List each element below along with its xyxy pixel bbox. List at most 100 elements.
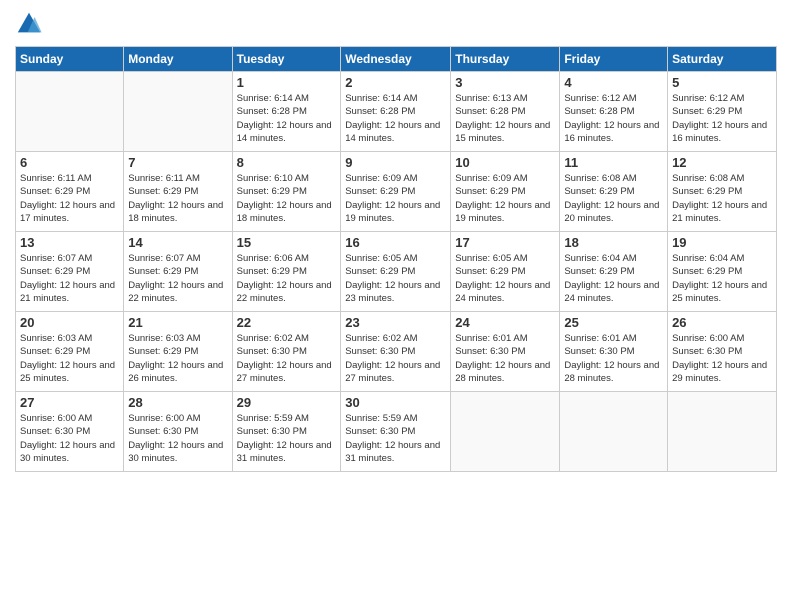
calendar-cell: 20 Sunrise: 6:03 AM Sunset: 6:29 PM Dayli… — [16, 312, 124, 392]
calendar-day-header: Friday — [560, 47, 668, 72]
day-info: Sunrise: 6:01 AM Sunset: 6:30 PM Dayligh… — [455, 332, 555, 385]
day-number: 10 — [455, 155, 555, 170]
day-number: 20 — [20, 315, 119, 330]
day-info: Sunrise: 6:10 AM Sunset: 6:29 PM Dayligh… — [237, 172, 337, 225]
calendar-cell: 16 Sunrise: 6:05 AM Sunset: 6:29 PM Dayli… — [341, 232, 451, 312]
day-info: Sunrise: 6:07 AM Sunset: 6:29 PM Dayligh… — [20, 252, 119, 305]
calendar-week-row: 20 Sunrise: 6:03 AM Sunset: 6:29 PM Dayli… — [16, 312, 777, 392]
day-info: Sunrise: 6:03 AM Sunset: 6:29 PM Dayligh… — [20, 332, 119, 385]
day-info: Sunrise: 6:00 AM Sunset: 6:30 PM Dayligh… — [128, 412, 227, 465]
day-info: Sunrise: 6:11 AM Sunset: 6:29 PM Dayligh… — [128, 172, 227, 225]
day-number: 22 — [237, 315, 337, 330]
day-number: 5 — [672, 75, 772, 90]
calendar-day-header: Saturday — [668, 47, 777, 72]
calendar-cell: 15 Sunrise: 6:06 AM Sunset: 6:29 PM Dayli… — [232, 232, 341, 312]
calendar-cell: 8 Sunrise: 6:10 AM Sunset: 6:29 PM Daylig… — [232, 152, 341, 232]
day-number: 3 — [455, 75, 555, 90]
day-number: 26 — [672, 315, 772, 330]
day-info: Sunrise: 6:13 AM Sunset: 6:28 PM Dayligh… — [455, 92, 555, 145]
calendar-day-header: Monday — [124, 47, 232, 72]
day-number: 16 — [345, 235, 446, 250]
calendar-cell: 23 Sunrise: 6:02 AM Sunset: 6:30 PM Dayli… — [341, 312, 451, 392]
day-info: Sunrise: 6:14 AM Sunset: 6:28 PM Dayligh… — [345, 92, 446, 145]
day-number: 15 — [237, 235, 337, 250]
calendar-cell: 28 Sunrise: 6:00 AM Sunset: 6:30 PM Dayli… — [124, 392, 232, 472]
calendar-day-header: Tuesday — [232, 47, 341, 72]
day-number: 8 — [237, 155, 337, 170]
day-info: Sunrise: 6:12 AM Sunset: 6:29 PM Dayligh… — [672, 92, 772, 145]
day-info: Sunrise: 6:08 AM Sunset: 6:29 PM Dayligh… — [672, 172, 772, 225]
calendar-day-header: Sunday — [16, 47, 124, 72]
day-info: Sunrise: 6:03 AM Sunset: 6:29 PM Dayligh… — [128, 332, 227, 385]
calendar: SundayMondayTuesdayWednesdayThursdayFrid… — [15, 46, 777, 472]
calendar-cell: 25 Sunrise: 6:01 AM Sunset: 6:30 PM Dayli… — [560, 312, 668, 392]
header — [15, 10, 777, 38]
day-info: Sunrise: 5:59 AM Sunset: 6:30 PM Dayligh… — [237, 412, 337, 465]
calendar-cell: 13 Sunrise: 6:07 AM Sunset: 6:29 PM Dayli… — [16, 232, 124, 312]
day-number: 4 — [564, 75, 663, 90]
calendar-week-row: 13 Sunrise: 6:07 AM Sunset: 6:29 PM Dayli… — [16, 232, 777, 312]
day-info: Sunrise: 6:04 AM Sunset: 6:29 PM Dayligh… — [672, 252, 772, 305]
day-number: 30 — [345, 395, 446, 410]
calendar-header-row: SundayMondayTuesdayWednesdayThursdayFrid… — [16, 47, 777, 72]
day-number: 1 — [237, 75, 337, 90]
day-number: 21 — [128, 315, 227, 330]
day-info: Sunrise: 6:07 AM Sunset: 6:29 PM Dayligh… — [128, 252, 227, 305]
day-number: 27 — [20, 395, 119, 410]
day-info: Sunrise: 6:06 AM Sunset: 6:29 PM Dayligh… — [237, 252, 337, 305]
calendar-week-row: 6 Sunrise: 6:11 AM Sunset: 6:29 PM Daylig… — [16, 152, 777, 232]
day-info: Sunrise: 6:05 AM Sunset: 6:29 PM Dayligh… — [345, 252, 446, 305]
day-info: Sunrise: 6:08 AM Sunset: 6:29 PM Dayligh… — [564, 172, 663, 225]
calendar-cell: 11 Sunrise: 6:08 AM Sunset: 6:29 PM Dayli… — [560, 152, 668, 232]
calendar-cell: 17 Sunrise: 6:05 AM Sunset: 6:29 PM Dayli… — [451, 232, 560, 312]
calendar-cell: 5 Sunrise: 6:12 AM Sunset: 6:29 PM Daylig… — [668, 72, 777, 152]
day-info: Sunrise: 6:02 AM Sunset: 6:30 PM Dayligh… — [345, 332, 446, 385]
day-info: Sunrise: 5:59 AM Sunset: 6:30 PM Dayligh… — [345, 412, 446, 465]
day-number: 28 — [128, 395, 227, 410]
calendar-day-header: Thursday — [451, 47, 560, 72]
calendar-cell: 7 Sunrise: 6:11 AM Sunset: 6:29 PM Daylig… — [124, 152, 232, 232]
calendar-cell: 22Sunrise: 6:02 AM Sunset: 6:30 PM Dayli… — [232, 312, 341, 392]
calendar-cell — [451, 392, 560, 472]
day-number: 6 — [20, 155, 119, 170]
calendar-cell: 1Sunrise: 6:14 AM Sunset: 6:28 PM Daylig… — [232, 72, 341, 152]
day-info: Sunrise: 6:11 AM Sunset: 6:29 PM Dayligh… — [20, 172, 119, 225]
day-number: 13 — [20, 235, 119, 250]
logo — [15, 10, 47, 38]
calendar-cell: 27 Sunrise: 6:00 AM Sunset: 6:30 PM Dayli… — [16, 392, 124, 472]
day-number: 7 — [128, 155, 227, 170]
day-number: 2 — [345, 75, 446, 90]
logo-icon — [15, 10, 43, 38]
calendar-week-row: 27 Sunrise: 6:00 AM Sunset: 6:30 PM Dayli… — [16, 392, 777, 472]
calendar-cell — [668, 392, 777, 472]
calendar-cell: 12Sunrise: 6:08 AM Sunset: 6:29 PM Dayli… — [668, 152, 777, 232]
day-number: 19 — [672, 235, 772, 250]
day-info: Sunrise: 6:09 AM Sunset: 6:29 PM Dayligh… — [455, 172, 555, 225]
day-info: Sunrise: 6:09 AM Sunset: 6:29 PM Dayligh… — [345, 172, 446, 225]
calendar-cell: 6 Sunrise: 6:11 AM Sunset: 6:29 PM Daylig… — [16, 152, 124, 232]
calendar-cell: 2 Sunrise: 6:14 AM Sunset: 6:28 PM Daylig… — [341, 72, 451, 152]
day-info: Sunrise: 6:05 AM Sunset: 6:29 PM Dayligh… — [455, 252, 555, 305]
day-number: 17 — [455, 235, 555, 250]
calendar-cell — [560, 392, 668, 472]
calendar-cell: 3 Sunrise: 6:13 AM Sunset: 6:28 PM Daylig… — [451, 72, 560, 152]
calendar-day-header: Wednesday — [341, 47, 451, 72]
day-number: 24 — [455, 315, 555, 330]
day-info: Sunrise: 6:01 AM Sunset: 6:30 PM Dayligh… — [564, 332, 663, 385]
day-number: 29 — [237, 395, 337, 410]
calendar-cell: 4Sunrise: 6:12 AM Sunset: 6:28 PM Daylig… — [560, 72, 668, 152]
page: SundayMondayTuesdayWednesdayThursdayFrid… — [0, 0, 792, 612]
calendar-cell: 30 Sunrise: 5:59 AM Sunset: 6:30 PM Dayli… — [341, 392, 451, 472]
calendar-cell: 21 Sunrise: 6:03 AM Sunset: 6:29 PM Dayli… — [124, 312, 232, 392]
day-number: 23 — [345, 315, 446, 330]
day-info: Sunrise: 6:00 AM Sunset: 6:30 PM Dayligh… — [20, 412, 119, 465]
calendar-cell — [16, 72, 124, 152]
day-number: 25 — [564, 315, 663, 330]
calendar-cell: 14Sunrise: 6:07 AM Sunset: 6:29 PM Dayli… — [124, 232, 232, 312]
calendar-cell: 18Sunrise: 6:04 AM Sunset: 6:29 PM Dayli… — [560, 232, 668, 312]
day-number: 11 — [564, 155, 663, 170]
calendar-cell: 19 Sunrise: 6:04 AM Sunset: 6:29 PM Dayli… — [668, 232, 777, 312]
day-info: Sunrise: 6:00 AM Sunset: 6:30 PM Dayligh… — [672, 332, 772, 385]
calendar-cell: 29 Sunrise: 5:59 AM Sunset: 6:30 PM Dayli… — [232, 392, 341, 472]
calendar-cell: 9Sunrise: 6:09 AM Sunset: 6:29 PM Daylig… — [341, 152, 451, 232]
